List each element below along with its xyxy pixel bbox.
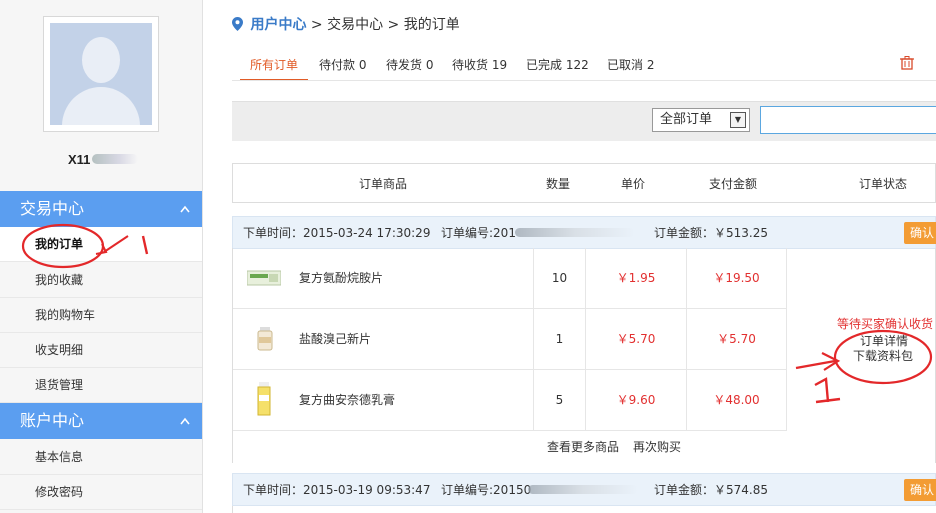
unit-price: ￥1.95 — [585, 248, 686, 309]
avatar-placeholder-icon — [50, 23, 152, 125]
paid-amount: ￥19.50 — [686, 248, 787, 309]
paid-amount: ￥5.70 — [686, 309, 787, 370]
header-paid-amount: 支付金额 — [709, 177, 758, 191]
breadcrumb-trade-center[interactable]: 交易中心 — [327, 17, 383, 33]
order-search-input[interactable] — [760, 106, 936, 134]
product-tube-thumbnail[interactable] — [247, 382, 281, 416]
product-name[interactable]: 复方曲安奈德乳膏 — [299, 370, 395, 431]
sidebar: X11 交易中心 我的订单 我的收藏 我的购物车 收支明细 退货管理 账户中心 … — [0, 0, 203, 513]
order-number: 订单编号:20150 — [441, 483, 532, 497]
order-amount: 订单金额：￥513.25 — [654, 226, 768, 240]
orders-table-header: 订单商品 数量 单价 支付金额 订单状态 — [232, 163, 936, 203]
quantity: 1 — [533, 309, 585, 370]
header-order-status: 订单状态 — [859, 177, 908, 191]
section-title: 账户中心 — [20, 411, 85, 430]
sidebar-item-transactions[interactable]: 收支明细 — [0, 333, 202, 368]
sidebar-item-basic-info[interactable]: 基本信息 — [0, 440, 202, 475]
order-time: 下单时间：2015-03-24 17:30:29 — [243, 226, 431, 240]
tabs-divider — [232, 80, 936, 81]
confirm-receipt-button[interactable]: 确认 — [904, 479, 936, 501]
unit-price: ￥5.70 — [585, 309, 686, 370]
tab-cancelled[interactable]: 已取消 2 — [607, 55, 654, 81]
product-name[interactable]: 盐酸溴己新片 — [299, 309, 371, 370]
paid-amount: ￥48.00 — [686, 370, 787, 431]
order-number: 订单编号:201 — [441, 226, 516, 240]
header-unit-price: 单价 — [621, 177, 646, 191]
username: X11 — [68, 152, 91, 167]
trash-icon — [900, 56, 914, 70]
order-footer: 查看更多商品 再次购买 — [547, 438, 695, 455]
order-type-select-value: 全部订单 — [660, 112, 713, 127]
location-pin-icon — [232, 17, 243, 31]
breadcrumb-separator: > — [387, 17, 400, 33]
filter-bar: 全部订单 ▼ — [232, 101, 936, 141]
order-header: 下单时间：2015-03-24 17:30:29 订单编号:201 订单金额：￥… — [232, 216, 936, 249]
view-more-products-link[interactable]: 查看更多商品 — [547, 440, 619, 454]
avatar[interactable] — [43, 16, 159, 132]
order-status: 等待买家确认收货 — [837, 317, 934, 331]
confirm-receipt-button[interactable]: 确认 — [904, 222, 936, 244]
product-box-thumbnail[interactable] — [247, 266, 281, 290]
order-amount: 订单金额：￥574.85 — [654, 483, 768, 497]
breadcrumb-my-orders: 我的订单 — [403, 17, 460, 33]
table-row: 盐酸溴己新片 1 ￥5.70 ￥5.70 — [233, 309, 787, 370]
section-title: 交易中心 — [20, 199, 85, 218]
quantity: 5 — [533, 370, 585, 431]
order-body: 复方氨酚烷胺片 10 ￥1.95 ￥19.50 盐酸溴己新片 1 ￥5.70 ￥… — [232, 248, 936, 463]
quantity: 10 — [533, 248, 585, 309]
section-account-center[interactable]: 账户中心 — [0, 403, 202, 439]
tab-pending-receipt[interactable]: 待收货 19 — [452, 55, 507, 81]
unit-price: ￥9.60 — [585, 370, 686, 431]
tab-all-orders[interactable]: 所有订单 — [240, 55, 309, 81]
order-body — [232, 506, 936, 513]
header-products: 订单商品 — [359, 177, 408, 191]
product-name[interactable]: 复方氨酚烷胺片 — [299, 248, 383, 309]
sidebar-item-cart[interactable]: 我的购物车 — [0, 298, 202, 333]
breadcrumb-separator: > — [310, 17, 323, 33]
rebuy-link[interactable]: 再次购买 — [633, 440, 681, 454]
order-number-redaction — [528, 485, 638, 494]
download-package-link[interactable]: 下载资料包 — [853, 347, 913, 364]
recycle-bin-button[interactable] — [900, 56, 914, 73]
tab-pending-shipment[interactable]: 待发货 0 — [386, 55, 433, 81]
sidebar-item-my-orders[interactable]: 我的订单 — [0, 227, 202, 262]
breadcrumb-user-center[interactable]: 用户中心 — [250, 17, 306, 33]
order-time: 下单时间：2015-03-19 09:53:47 — [243, 483, 431, 497]
section-trade-center[interactable]: 交易中心 — [0, 191, 202, 227]
order-header: 下单时间：2015-03-19 09:53:47 订单编号:20150 订单金额… — [232, 473, 936, 506]
breadcrumb: 用户中心 > 交易中心 > 我的订单 — [232, 14, 460, 34]
sidebar-item-change-password[interactable]: 修改密码 — [0, 475, 202, 510]
sidebar-item-favorites[interactable]: 我的收藏 — [0, 263, 202, 298]
tab-pending-payment[interactable]: 待付款 0 — [319, 55, 366, 81]
table-row: 复方氨酚烷胺片 10 ￥1.95 ￥19.50 — [233, 248, 787, 309]
tab-completed[interactable]: 已完成 122 — [526, 55, 589, 81]
order-type-select[interactable]: 全部订单 ▼ — [652, 108, 750, 132]
dropdown-arrow-icon[interactable]: ▼ — [730, 112, 746, 128]
product-bottle-thumbnail[interactable] — [247, 327, 281, 351]
sidebar-item-returns[interactable]: 退货管理 — [0, 368, 202, 403]
username-redaction — [92, 154, 138, 164]
table-row: 复方曲安奈德乳膏 5 ￥9.60 ￥48.00 — [233, 370, 787, 431]
header-quantity: 数量 — [546, 177, 571, 191]
order-number-redaction — [515, 228, 635, 237]
